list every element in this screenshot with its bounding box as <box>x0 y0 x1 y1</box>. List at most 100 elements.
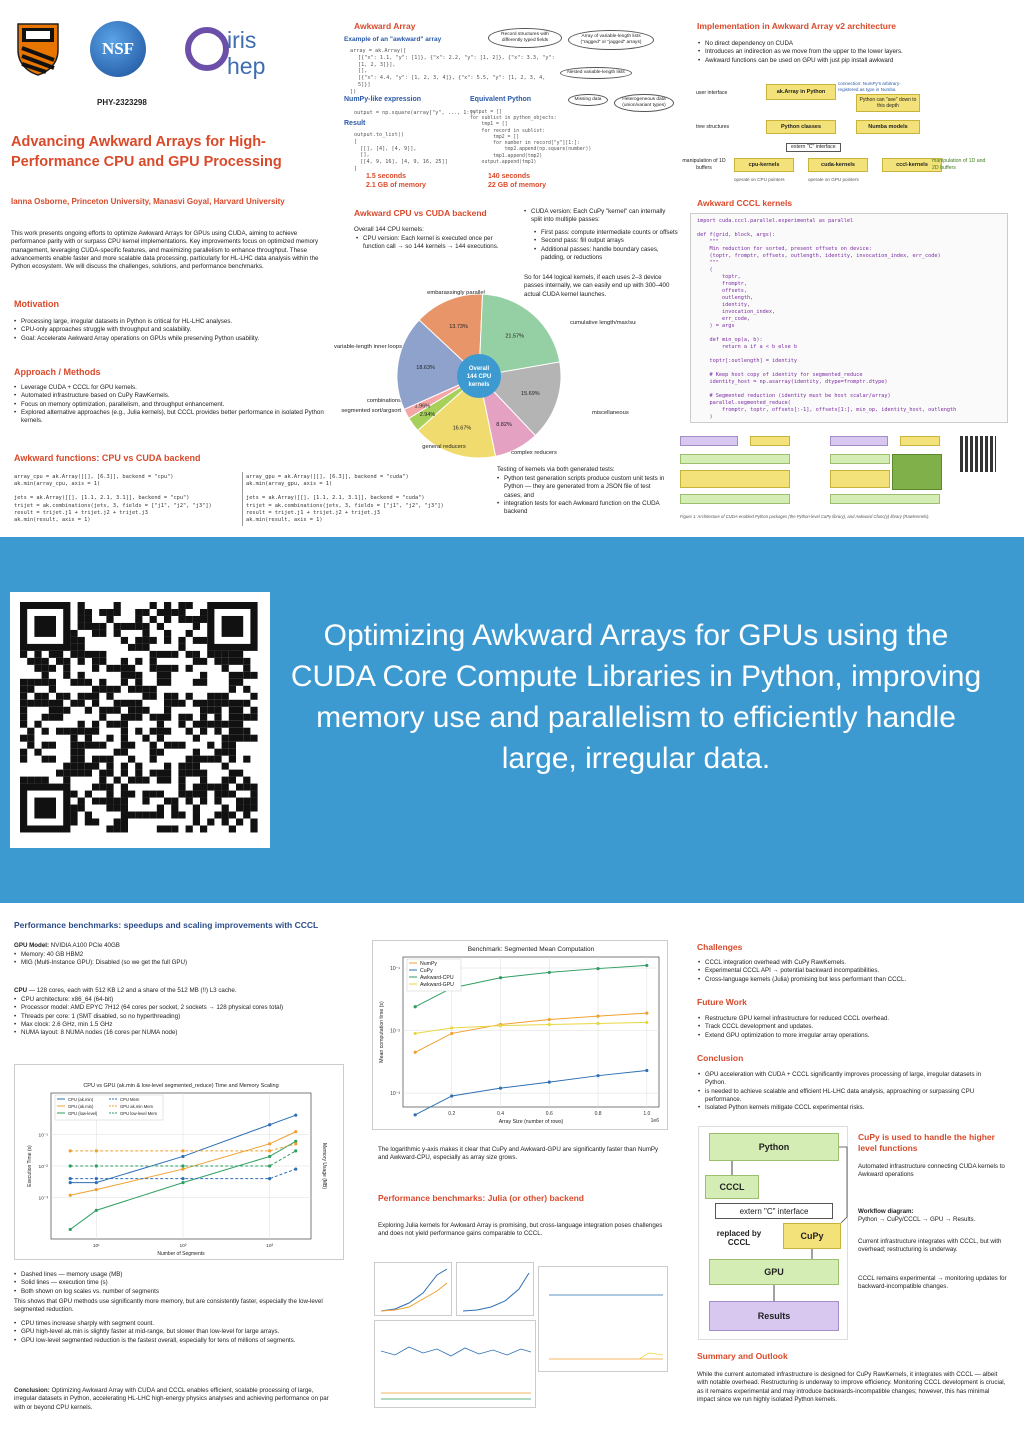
qr-module <box>128 706 136 714</box>
list-item: is needed to achieve scalable and effici… <box>698 1088 988 1105</box>
qr-module <box>192 650 200 658</box>
numpy-mem-value: 2.1 GB of memory <box>366 181 426 189</box>
qr-module <box>236 671 244 679</box>
data-point <box>94 1164 98 1168</box>
series-line <box>415 1021 647 1034</box>
data-point <box>294 1130 298 1134</box>
qr-module <box>156 650 164 658</box>
qr-module <box>149 664 157 672</box>
qr-module <box>77 727 85 735</box>
implementation-heading: Implementation in Awkward Array v2 archi… <box>697 21 897 31</box>
qr-module <box>178 602 186 609</box>
qr-module <box>171 797 179 805</box>
qr-module <box>70 741 78 749</box>
qr-module <box>77 797 85 805</box>
qr-module <box>236 804 244 812</box>
y-tick-label: 10⁻² <box>390 1029 400 1035</box>
qr-module <box>250 734 258 742</box>
code-divider <box>242 472 243 526</box>
pie-center-label: kernels <box>468 382 490 388</box>
qr-module <box>228 713 236 721</box>
qr-module <box>207 650 215 658</box>
qr-module <box>70 650 78 658</box>
qr-module <box>236 713 244 721</box>
qr-module <box>77 741 85 749</box>
qr-module <box>56 769 64 777</box>
data-point <box>498 1024 503 1028</box>
motivation-heading: Motivation <box>14 299 59 309</box>
data-point <box>94 1188 98 1192</box>
qr-module <box>192 748 200 756</box>
qr-module <box>113 685 121 693</box>
qr-module <box>236 769 244 777</box>
list-item: Focus on memory optimization, parallelis… <box>14 401 324 410</box>
qr-code[interactable] <box>10 592 270 848</box>
qr-module <box>135 671 143 679</box>
qr-module <box>34 678 42 686</box>
observations-list: CPU times increase sharply with segment … <box>14 1320 334 1345</box>
qr-module <box>200 713 208 721</box>
data-point <box>294 1149 298 1153</box>
qr-module <box>156 769 164 777</box>
list-item: NUMA layout: 8 NUMA nodes (16 cores per … <box>14 1029 354 1038</box>
cpu-line: CPU — 128 cores, each with 512 KB L2 and… <box>14 987 344 995</box>
list-item: GPU acceleration with CUDA + CCCL signif… <box>698 1071 988 1088</box>
qr-module <box>221 783 229 791</box>
qr-module <box>228 699 236 707</box>
qr-module <box>228 741 236 749</box>
qr-module <box>221 741 229 749</box>
qr-module <box>92 692 100 700</box>
qr-module <box>164 797 172 805</box>
legend-notes: Dashed lines — memory usage (MB) Solid l… <box>14 1271 344 1296</box>
legend-label: CPU (ak.min) <box>68 1097 94 1102</box>
qr-module <box>228 671 236 679</box>
qr-module <box>99 755 107 763</box>
data-point <box>547 1022 551 1027</box>
qr-module <box>243 657 251 665</box>
qr-module <box>92 720 100 728</box>
pie-percent-label: 18.63% <box>416 365 435 371</box>
qr-module <box>164 650 172 658</box>
manip-right-label: manipulation of 1D and 2D buffers <box>932 158 986 171</box>
qr-module <box>84 790 92 798</box>
qr-module <box>20 755 28 763</box>
qr-module <box>106 755 114 763</box>
python-classes-box: Python classes <box>766 120 836 134</box>
qr-module <box>41 741 49 749</box>
list-item: Restructure GPU kernel infrastructure fo… <box>698 1015 1008 1024</box>
cupy-heading: CuPy is used to handle the higher level … <box>858 1132 995 1154</box>
functions-heading: Awkward functions: CPU vs CUDA backend <box>14 453 201 463</box>
data-point <box>268 1142 272 1146</box>
qr-module <box>128 699 136 707</box>
data-point <box>268 1149 272 1153</box>
result-label: Result <box>344 120 366 127</box>
qr-module <box>156 734 164 742</box>
qr-module <box>236 727 244 735</box>
list-item: Both shown on log scales vs. number of s… <box>14 1288 344 1297</box>
qr-module <box>92 622 100 630</box>
qr-module <box>99 622 107 630</box>
qr-module <box>77 755 85 763</box>
qr-module <box>243 811 251 819</box>
scaling-chart: CPU vs GPU (ak.min & low-level segmented… <box>27 1083 327 1257</box>
qr-module <box>41 755 49 763</box>
manip-1d-label: manipulation of 1D buffers <box>682 158 726 171</box>
qr-module <box>106 734 114 742</box>
julia-chart-thumb <box>538 1266 668 1372</box>
conclusion-list: GPU acceleration with CUDA + CCCL signif… <box>698 1071 988 1113</box>
data-point <box>68 1193 72 1197</box>
qr-module <box>41 713 49 721</box>
qr-module <box>20 720 28 728</box>
pie-category-label: combinations <box>367 398 401 404</box>
pie-category-label: complex reducers <box>511 450 557 456</box>
qr-module <box>56 657 64 665</box>
qr-module <box>164 825 172 833</box>
cccl-code-box: import cuda.cccl.parallel.experimental a… <box>690 213 1008 423</box>
qr-module <box>48 664 56 672</box>
qr-module <box>200 783 208 791</box>
qr-module <box>135 713 143 721</box>
cpu-line-text: — 128 cores, each with 512 KB L2 and a s… <box>28 987 237 994</box>
qr-module <box>171 650 179 658</box>
extern-c-label: extern "C" interface <box>786 143 841 152</box>
python-time: 140 seconds 22 GB of memory <box>488 173 546 191</box>
